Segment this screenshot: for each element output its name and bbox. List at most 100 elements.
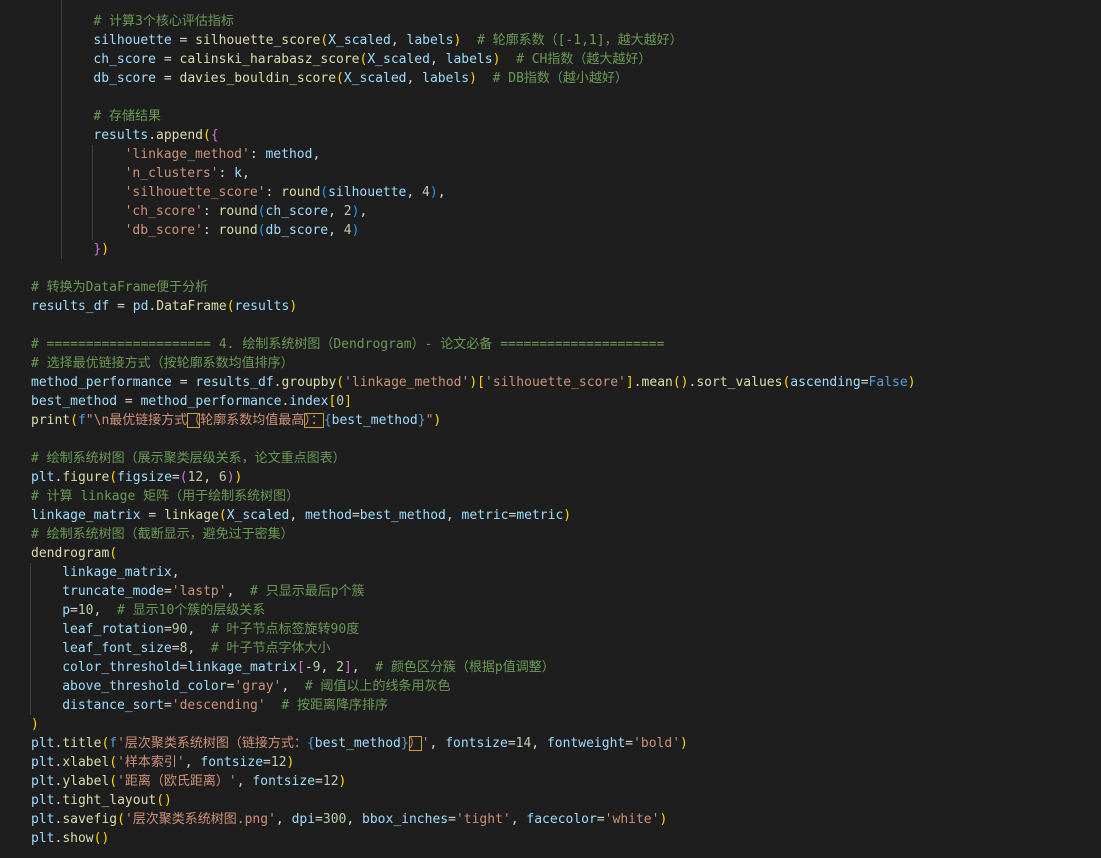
code-line[interactable]: plt.ylabel('距离（欧氏距离）', fontsize=12) — [31, 772, 346, 791]
code-token: [ — [297, 660, 305, 675]
code-line[interactable]: # 绘制系统树图（展示聚类层级关系，论文重点图表） — [31, 449, 346, 468]
code-token: 'bold' — [633, 736, 681, 751]
code-token: ) — [351, 223, 360, 238]
code-line[interactable]: # 计算 linkage 矩阵（用于绘制系统树图） — [31, 487, 299, 506]
code-line[interactable]: # ===================== 4. 绘制系统树图（Dendro… — [31, 335, 664, 354]
code-token: , — [406, 71, 423, 86]
code-token: DataFrame — [156, 299, 227, 314]
code-line[interactable]: plt.title(f'层次聚类系统树图（链接方式：{best_method}）… — [31, 734, 688, 753]
code-line[interactable]: # 选择最优链接方式（按轮廓系数均值排序） — [31, 354, 294, 373]
code-token: 'silhouette_score' — [485, 375, 626, 390]
code-token: , — [184, 755, 201, 770]
code-token: } — [417, 413, 426, 428]
code-line[interactable]: plt.figure(figsize=(12, 6)) — [31, 468, 242, 487]
code-token: facecolor — [526, 812, 597, 827]
code-token: ( — [336, 375, 345, 390]
code-line[interactable]: results_df = pd.DataFrame(results) — [31, 297, 297, 316]
code-line[interactable]: leaf_rotation=90, # 叶子节点标签旋转90度 — [62, 620, 359, 639]
code-line[interactable]: 'linkage_method': method, — [125, 145, 321, 164]
code-line[interactable]: # 绘制系统树图（截断显示，避免过于密集） — [31, 525, 294, 544]
code-token: # 叶子节点标签旋转90度 — [210, 622, 360, 637]
code-token: = — [109, 299, 133, 314]
code-line[interactable]: db_score = davies_bouldin_score(X_scaled… — [93, 69, 628, 88]
code-token: # 计算 linkage 矩阵（用于绘制系统树图） — [31, 489, 300, 504]
code-line[interactable]: # 转换为DataFrame便于分析 — [31, 278, 208, 297]
code-token: results_df — [31, 299, 110, 314]
code-line[interactable]: color_threshold=linkage_matrix[-9, 2], #… — [62, 658, 555, 677]
code-token: ylabel — [62, 774, 110, 789]
code-token: ' — [421, 736, 430, 751]
code-token: method — [304, 508, 352, 523]
code-token: . — [633, 375, 642, 390]
code-line[interactable]: print(f"\n最优链接方式（轮廓系数均值最高）：{best_method}… — [31, 411, 441, 430]
code-line[interactable]: plt.savefig('层次聚类系统树图.png', dpi=300, bbo… — [31, 810, 667, 829]
code-line[interactable]: silhouette = silhouette_score(X_scaled, … — [93, 31, 682, 50]
code-line[interactable]: dendrogram( — [31, 544, 117, 563]
code-line[interactable]: best_method = method_performance.index[0… — [31, 392, 352, 411]
code-token: append — [156, 128, 203, 143]
code-line[interactable]: plt.xlabel('样本索引', fontsize=12) — [31, 753, 294, 772]
code-token: = — [163, 698, 172, 713]
code-token: silhouette_score — [195, 33, 321, 48]
code-token: results — [234, 299, 290, 314]
code-token: 轮廓系数均值最高 — [200, 413, 305, 428]
code-token: # 计算3个核心评估指标 — [93, 14, 234, 29]
code-token: = — [171, 33, 196, 48]
code-token: , — [187, 641, 211, 656]
code-token: color_threshold — [62, 660, 180, 675]
indent-guide — [61, 0, 62, 259]
code-line[interactable]: plt.show() — [31, 829, 109, 848]
code-token: ( — [109, 546, 118, 561]
code-line[interactable]: # 存储结果 — [93, 107, 161, 126]
code-token: labels — [422, 71, 470, 86]
code-line[interactable]: p=10, # 显示10个簇的层级关系 — [62, 601, 265, 620]
code-line[interactable]: distance_sort='descending' # 按距离降序排序 — [62, 696, 388, 715]
code-token: { — [306, 736, 315, 751]
code-token: results_df — [195, 375, 274, 390]
code-token: , — [226, 584, 251, 599]
code-token: , — [328, 223, 344, 238]
code-line[interactable]: ) — [31, 715, 39, 734]
code-line[interactable]: 'silhouette_score': round(silhouette, 4)… — [125, 183, 446, 202]
code-token: , — [359, 204, 368, 219]
code-line[interactable]: # 计算3个核心评估指标 — [93, 12, 233, 31]
code-token: method — [265, 147, 313, 162]
code-token: '层次聚类系统树图.png' — [124, 812, 276, 827]
code-token: 'db_score' — [124, 223, 203, 238]
code-token: plt — [31, 736, 55, 751]
code-token: # 叶子节点字体大小 — [210, 641, 331, 656]
code-line[interactable]: leaf_font_size=8, # 叶子节点字体大小 — [62, 639, 330, 658]
code-line[interactable]: linkage_matrix, — [62, 563, 179, 582]
code-token: silhouette — [328, 185, 407, 200]
code-token: # 按距离降序排序 — [281, 698, 388, 713]
code-token: dpi — [291, 812, 316, 827]
code-token: # CH指数（越大越好） — [516, 52, 652, 67]
code-token: : — [202, 204, 219, 219]
code-line[interactable]: results.append({ — [93, 126, 218, 145]
code-token: = — [263, 755, 271, 770]
code-editor[interactable]: # 计算3个核心评估指标 silhouette = silhouette_scor… — [0, 0, 1101, 858]
code-line[interactable]: method_performance = results_df.groupby(… — [31, 373, 916, 392]
code-token: # 选择最优链接方式（按轮廓系数均值排序） — [31, 356, 294, 371]
code-line[interactable]: plt.tight_layout() — [31, 791, 172, 810]
code-token: ) — [659, 812, 668, 827]
code-token: , — [289, 508, 305, 523]
code-line[interactable]: }) — [93, 240, 109, 259]
code-token: ) — [234, 470, 243, 485]
code-token: = — [117, 394, 141, 409]
code-token: labels — [445, 52, 493, 67]
code-token: ( — [109, 755, 118, 770]
code-line[interactable]: truncate_mode='lastp', # 只显示最后p个簇 — [62, 582, 364, 601]
code-token: , — [236, 774, 253, 789]
code-token: '层次聚类系统树图（链接方式： — [117, 736, 307, 751]
code-token: , — [281, 679, 305, 694]
code-line[interactable]: linkage_matrix = linkage(X_scaled, metho… — [31, 506, 571, 525]
code-line[interactable]: above_threshold_color='gray', # 阈值以上的线条用… — [62, 677, 450, 696]
code-token: results — [93, 128, 149, 143]
code-line[interactable]: ch_score = calinski_harabasz_score(X_sca… — [93, 50, 651, 69]
code-line[interactable]: 'db_score': round(db_score, 4) — [125, 221, 360, 240]
code-line[interactable]: 'n_clusters': k, — [125, 164, 250, 183]
code-line[interactable]: 'ch_score': round(ch_score, 2), — [125, 202, 368, 221]
code-token: round — [218, 204, 258, 219]
